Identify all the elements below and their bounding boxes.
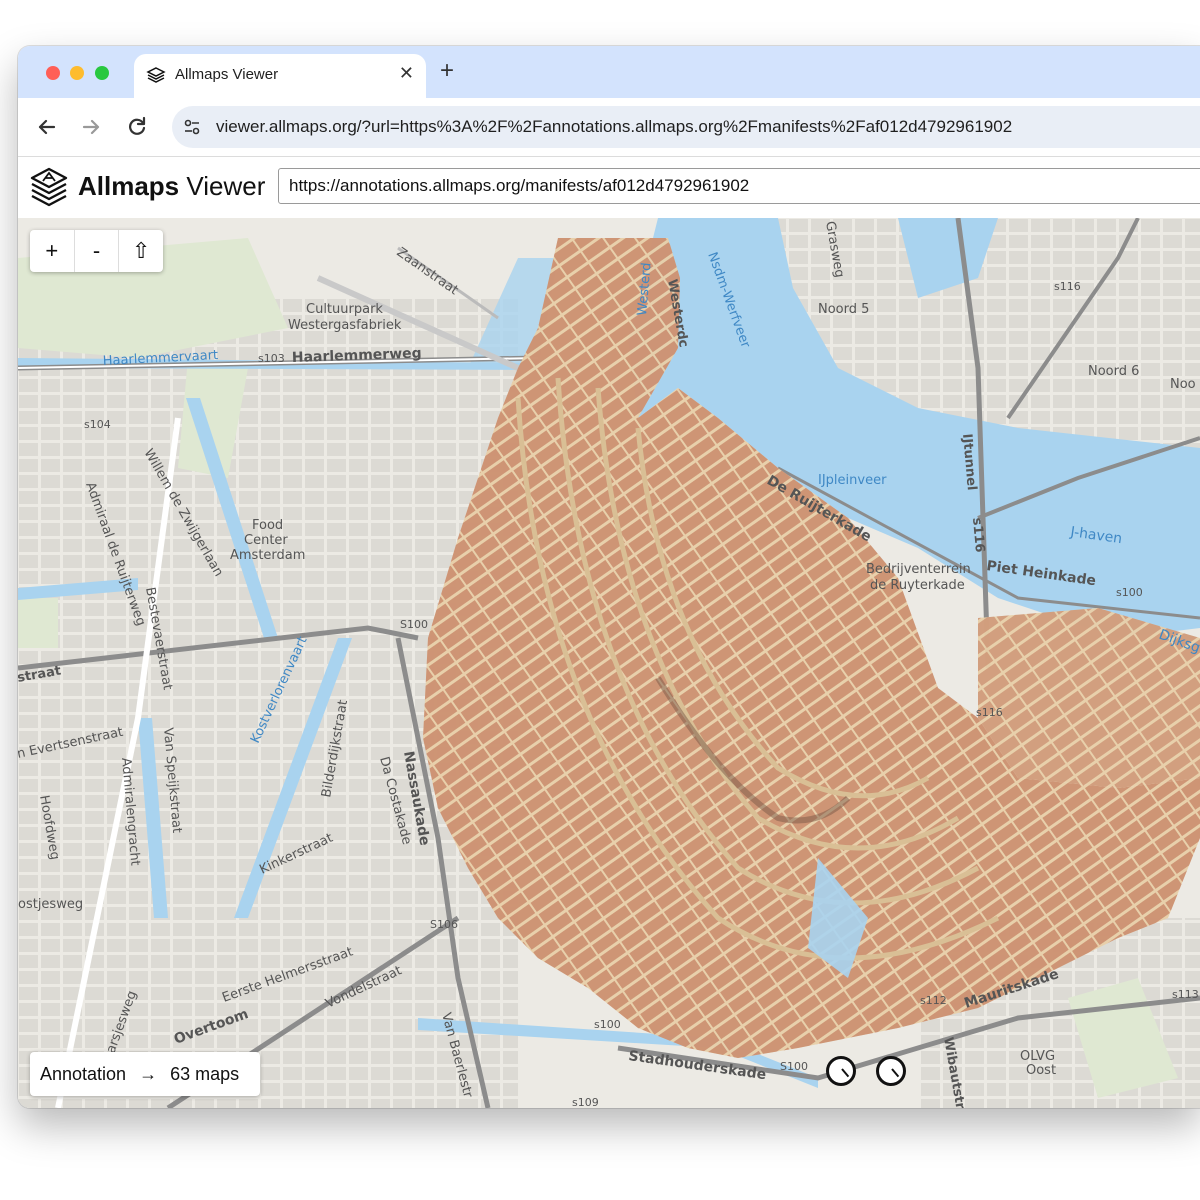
- svg-text:s116: s116: [976, 706, 1003, 719]
- manifest-url-input[interactable]: [278, 168, 1200, 204]
- zoom-controls: + - ⇧: [30, 230, 163, 272]
- svg-text:s100: s100: [594, 1018, 621, 1031]
- svg-text:s104: s104: [84, 418, 111, 431]
- tab-close-icon[interactable]: ✕: [399, 63, 414, 84]
- svg-text:S100: S100: [780, 1060, 808, 1073]
- app-header: Allmaps Viewer: [18, 157, 1200, 217]
- svg-text:Noord 5: Noord 5: [818, 302, 869, 317]
- svg-text:s113: s113: [1172, 988, 1199, 1001]
- svg-text:Oost: Oost: [1026, 1063, 1056, 1078]
- svg-text:S106: S106: [430, 918, 458, 931]
- browser-window: Allmaps Viewer ✕ + viewer.allmaps.org/?u…: [18, 46, 1200, 1108]
- forward-arrow-icon[interactable]: [78, 114, 104, 140]
- svg-text:IJpleinveer: IJpleinveer: [818, 473, 887, 488]
- svg-text:s103: s103: [258, 352, 285, 365]
- maximize-window-button[interactable]: [95, 66, 109, 80]
- home-icon[interactable]: ⇧: [119, 230, 163, 272]
- allmaps-favicon-icon: [146, 67, 166, 83]
- loading-spinner-icon: [826, 1056, 856, 1086]
- svg-text:s109: s109: [572, 1096, 599, 1108]
- svg-text:s116: s116: [969, 517, 987, 553]
- svg-text:Amsterdam: Amsterdam: [230, 548, 305, 563]
- annotation-status[interactable]: Annotation → 63 maps: [30, 1052, 260, 1096]
- reload-icon[interactable]: [124, 114, 150, 140]
- tab-bar: Allmaps Viewer ✕ +: [18, 46, 1200, 98]
- svg-text:Food: Food: [252, 518, 283, 533]
- map-count: 63 maps: [170, 1064, 240, 1084]
- svg-text:s112: s112: [920, 994, 947, 1007]
- zoom-out-button[interactable]: -: [75, 230, 120, 272]
- svg-text:Westergasfabriek: Westergasfabriek: [288, 318, 402, 333]
- svg-text:Center: Center: [244, 533, 288, 548]
- back-arrow-icon[interactable]: [34, 114, 60, 140]
- new-tab-button[interactable]: +: [440, 59, 454, 83]
- svg-text:de Ruyterkade: de Ruyterkade: [870, 578, 965, 593]
- svg-text:s116: s116: [1054, 280, 1081, 293]
- app-title: Allmaps Viewer: [78, 171, 266, 201]
- tab-title: Allmaps Viewer: [175, 66, 279, 83]
- loading-spinner-icon: [876, 1056, 906, 1086]
- zoom-in-button[interactable]: +: [30, 230, 75, 272]
- address-bar[interactable]: viewer.allmaps.org/?url=https%3A%2F%2Fan…: [172, 106, 1200, 148]
- address-text: viewer.allmaps.org/?url=https%3A%2F%2Fan…: [216, 117, 1013, 136]
- svg-text:OLVG: OLVG: [1020, 1049, 1055, 1064]
- status-label: Annotation: [40, 1064, 127, 1084]
- minimize-window-button[interactable]: [70, 66, 84, 80]
- tab-allmaps-viewer[interactable]: Allmaps Viewer ✕: [134, 54, 426, 98]
- svg-text:s100: s100: [1116, 586, 1143, 599]
- svg-text:Noo: Noo: [1170, 377, 1196, 392]
- map-viewport[interactable]: Zaanstraat Cultuurpark Westergasfabriek …: [18, 218, 1200, 1108]
- svg-text:Noord 6: Noord 6: [1088, 364, 1139, 379]
- site-settings-icon[interactable]: [182, 117, 202, 137]
- svg-text:Bedrijventerrein: Bedrijventerrein: [866, 562, 971, 577]
- svg-text:S100: S100: [400, 618, 428, 631]
- close-window-button[interactable]: [46, 66, 60, 80]
- svg-text:Cultuurpark: Cultuurpark: [306, 302, 383, 317]
- basemap: Zaanstraat Cultuurpark Westergasfabriek …: [18, 218, 1200, 1108]
- arrow-right-icon: →: [139, 1064, 158, 1084]
- browser-toolbar: viewer.allmaps.org/?url=https%3A%2F%2Fan…: [18, 98, 1200, 157]
- allmaps-logo-icon: [30, 167, 68, 207]
- svg-text:ostjesweg: ostjesweg: [18, 897, 83, 912]
